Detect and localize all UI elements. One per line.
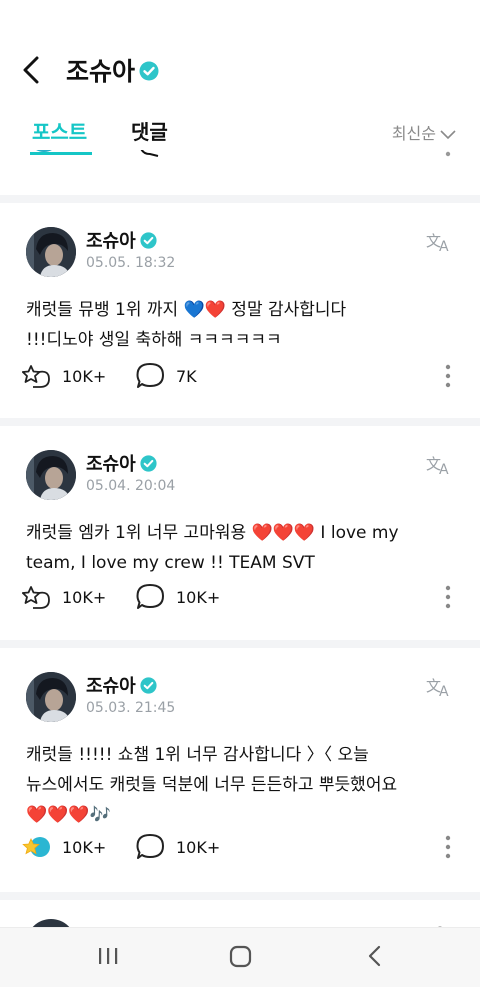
post-text-line: team, I love my crew !! TEAM SVT [26,553,315,573]
post-date: 05.04. 20:04 [86,478,176,494]
author-name-text: 조슈아 [86,231,136,252]
next-post-avatar-edge [32,919,70,927]
reaction-count: 10K+ [62,837,107,857]
avatar-image [26,450,76,500]
avatar-image [26,227,76,277]
post-text-segment: 정말 감사합니다 [225,300,347,320]
svg-text:A: A [439,239,449,253]
previous-post-remnant [0,150,480,195]
reaction-button[interactable]: 10K+ [22,582,106,612]
comment-button[interactable]: 7K [136,361,197,391]
post-actions: 10K+ 7K [22,361,462,391]
verified-badge-icon [140,231,157,249]
verified-badge-icon [140,676,157,694]
back-chevron-icon[interactable] [20,56,44,84]
app-header: 조슈아 [0,0,480,110]
comment-bubble-icon [136,363,164,388]
comment-count: 10K+ [176,587,221,607]
system-nav-bar [0,927,480,987]
sort-label: 최신순 [391,124,436,143]
back-icon[interactable] [366,942,386,970]
post-actions: 10K+ 10K+ [22,832,462,862]
translate-icon[interactable]: 文 A [426,674,454,698]
reaction-button[interactable]: 10K+ [22,361,106,391]
translate-icon[interactable]: 文 A [426,452,454,476]
comment-button[interactable]: 10K+ [136,832,220,862]
comment-bubble-icon [136,834,164,859]
emoji-hearts-music: ❤️❤️❤️🎶 [26,805,111,825]
post-card[interactable]: 조슈아 05.05. 18:32 文 A 캐럿들 뮤뱅 1위 까지 💙❤️ 정말… [0,203,480,418]
comment-bubble-icon [136,584,164,609]
tab-posts[interactable]: 포스트 [32,116,87,145]
avatar-image [26,672,76,722]
chevron-down-icon [440,129,456,139]
post-card[interactable]: 조슈아 05.04. 20:04 文 A 캐럿들 엠카 1위 너무 고마워용 ❤… [0,426,480,640]
post-text-line: 뉴스에서도 캐럿들 덕분에 너무 든든하고 뿌듯했어요 [26,775,398,795]
svg-text:A: A [439,684,449,698]
reaction-button-active[interactable]: 10K+ [22,832,106,862]
post-text-line: 캐럿들 엠카 1위 너무 고마워용 ❤️❤️❤️ I love my [26,518,456,548]
reaction-star-icon [22,365,50,388]
emoji-hearts: 💙❤️ [183,300,226,320]
next-post-translate-edge [438,926,442,927]
divider [0,892,480,900]
more-options-icon[interactable] [442,585,454,609]
comment-count: 10K+ [176,837,221,857]
reaction-star-filled-icon [22,837,50,857]
divider [0,640,480,648]
post-text-segment: 캐럿들 뮤뱅 1위 까지 [26,300,184,320]
translate-icon[interactable]: 文 A [426,229,454,253]
post-date: 05.03. 21:45 [86,700,176,716]
author-name-text: 조슈아 [86,454,136,475]
recent-apps-icon[interactable] [96,942,120,970]
author-name[interactable]: 조슈아 [86,672,157,698]
author-name[interactable]: 조슈아 [86,227,157,253]
verified-badge-icon [139,61,159,81]
post-text-line: 캐럿들 !!!!! 쇼챔 1위 너무 감사합니다 〉〈 오늘 [26,745,369,765]
author-name-text: 조슈아 [86,676,136,697]
previous-post-comment-icon [140,150,159,157]
avatar[interactable] [26,450,76,500]
page-title: 조슈아 [66,52,159,88]
more-options-icon[interactable] [442,835,454,859]
post-text-line: 캐럿들 뮤뱅 1위 까지 💙❤️ 정말 감사합니다 [26,295,456,325]
comment-count: 7K [176,366,197,386]
page-title-text: 조슈아 [66,57,136,86]
post-text: 캐럿들 엠카 1위 너무 고마워용 ❤️❤️❤️ I love my team,… [26,518,456,578]
previous-post-more-icon [445,151,451,157]
post-text-segment: 캐럿들 엠카 1위 너무 고마워용 [26,523,252,543]
next-post-peek [0,900,480,927]
emoji-hearts: ❤️❤️❤️ [251,523,316,543]
divider [0,195,480,203]
post-actions: 10K+ 10K+ [22,582,462,612]
svg-text:A: A [439,462,449,476]
author-name[interactable]: 조슈아 [86,450,157,476]
reaction-count: 10K+ [62,587,107,607]
more-options-icon[interactable] [442,364,454,388]
tab-comments[interactable]: 댓글 [131,116,168,145]
divider [0,418,480,426]
previous-post-reaction-icon [36,150,52,152]
post-date: 05.05. 18:32 [86,255,176,271]
comment-button[interactable]: 10K+ [136,582,220,612]
post-text-segment: I love my [315,523,399,543]
avatar[interactable] [26,227,76,277]
post-text: 캐럿들 뮤뱅 1위 까지 💙❤️ 정말 감사합니다 !!!디노야 생일 축하해 … [26,295,456,355]
post-text-line: !!!디노야 생일 축하해 ㅋㅋㅋㅋㅋㅋ [26,330,282,350]
sort-dropdown[interactable]: 최신순 [392,120,456,144]
reaction-star-icon [22,586,50,609]
post-text: 캐럿들 !!!!! 쇼챔 1위 너무 감사합니다 〉〈 오늘 뉴스에서도 캐럿들… [26,740,456,830]
post-card[interactable]: 조슈아 05.03. 21:45 文 A 캐럿들 !!!!! 쇼챔 1위 너무 … [0,648,480,892]
reaction-count: 10K+ [62,366,107,386]
verified-badge-icon [140,454,157,472]
avatar[interactable] [26,672,76,722]
home-icon[interactable] [228,942,254,970]
